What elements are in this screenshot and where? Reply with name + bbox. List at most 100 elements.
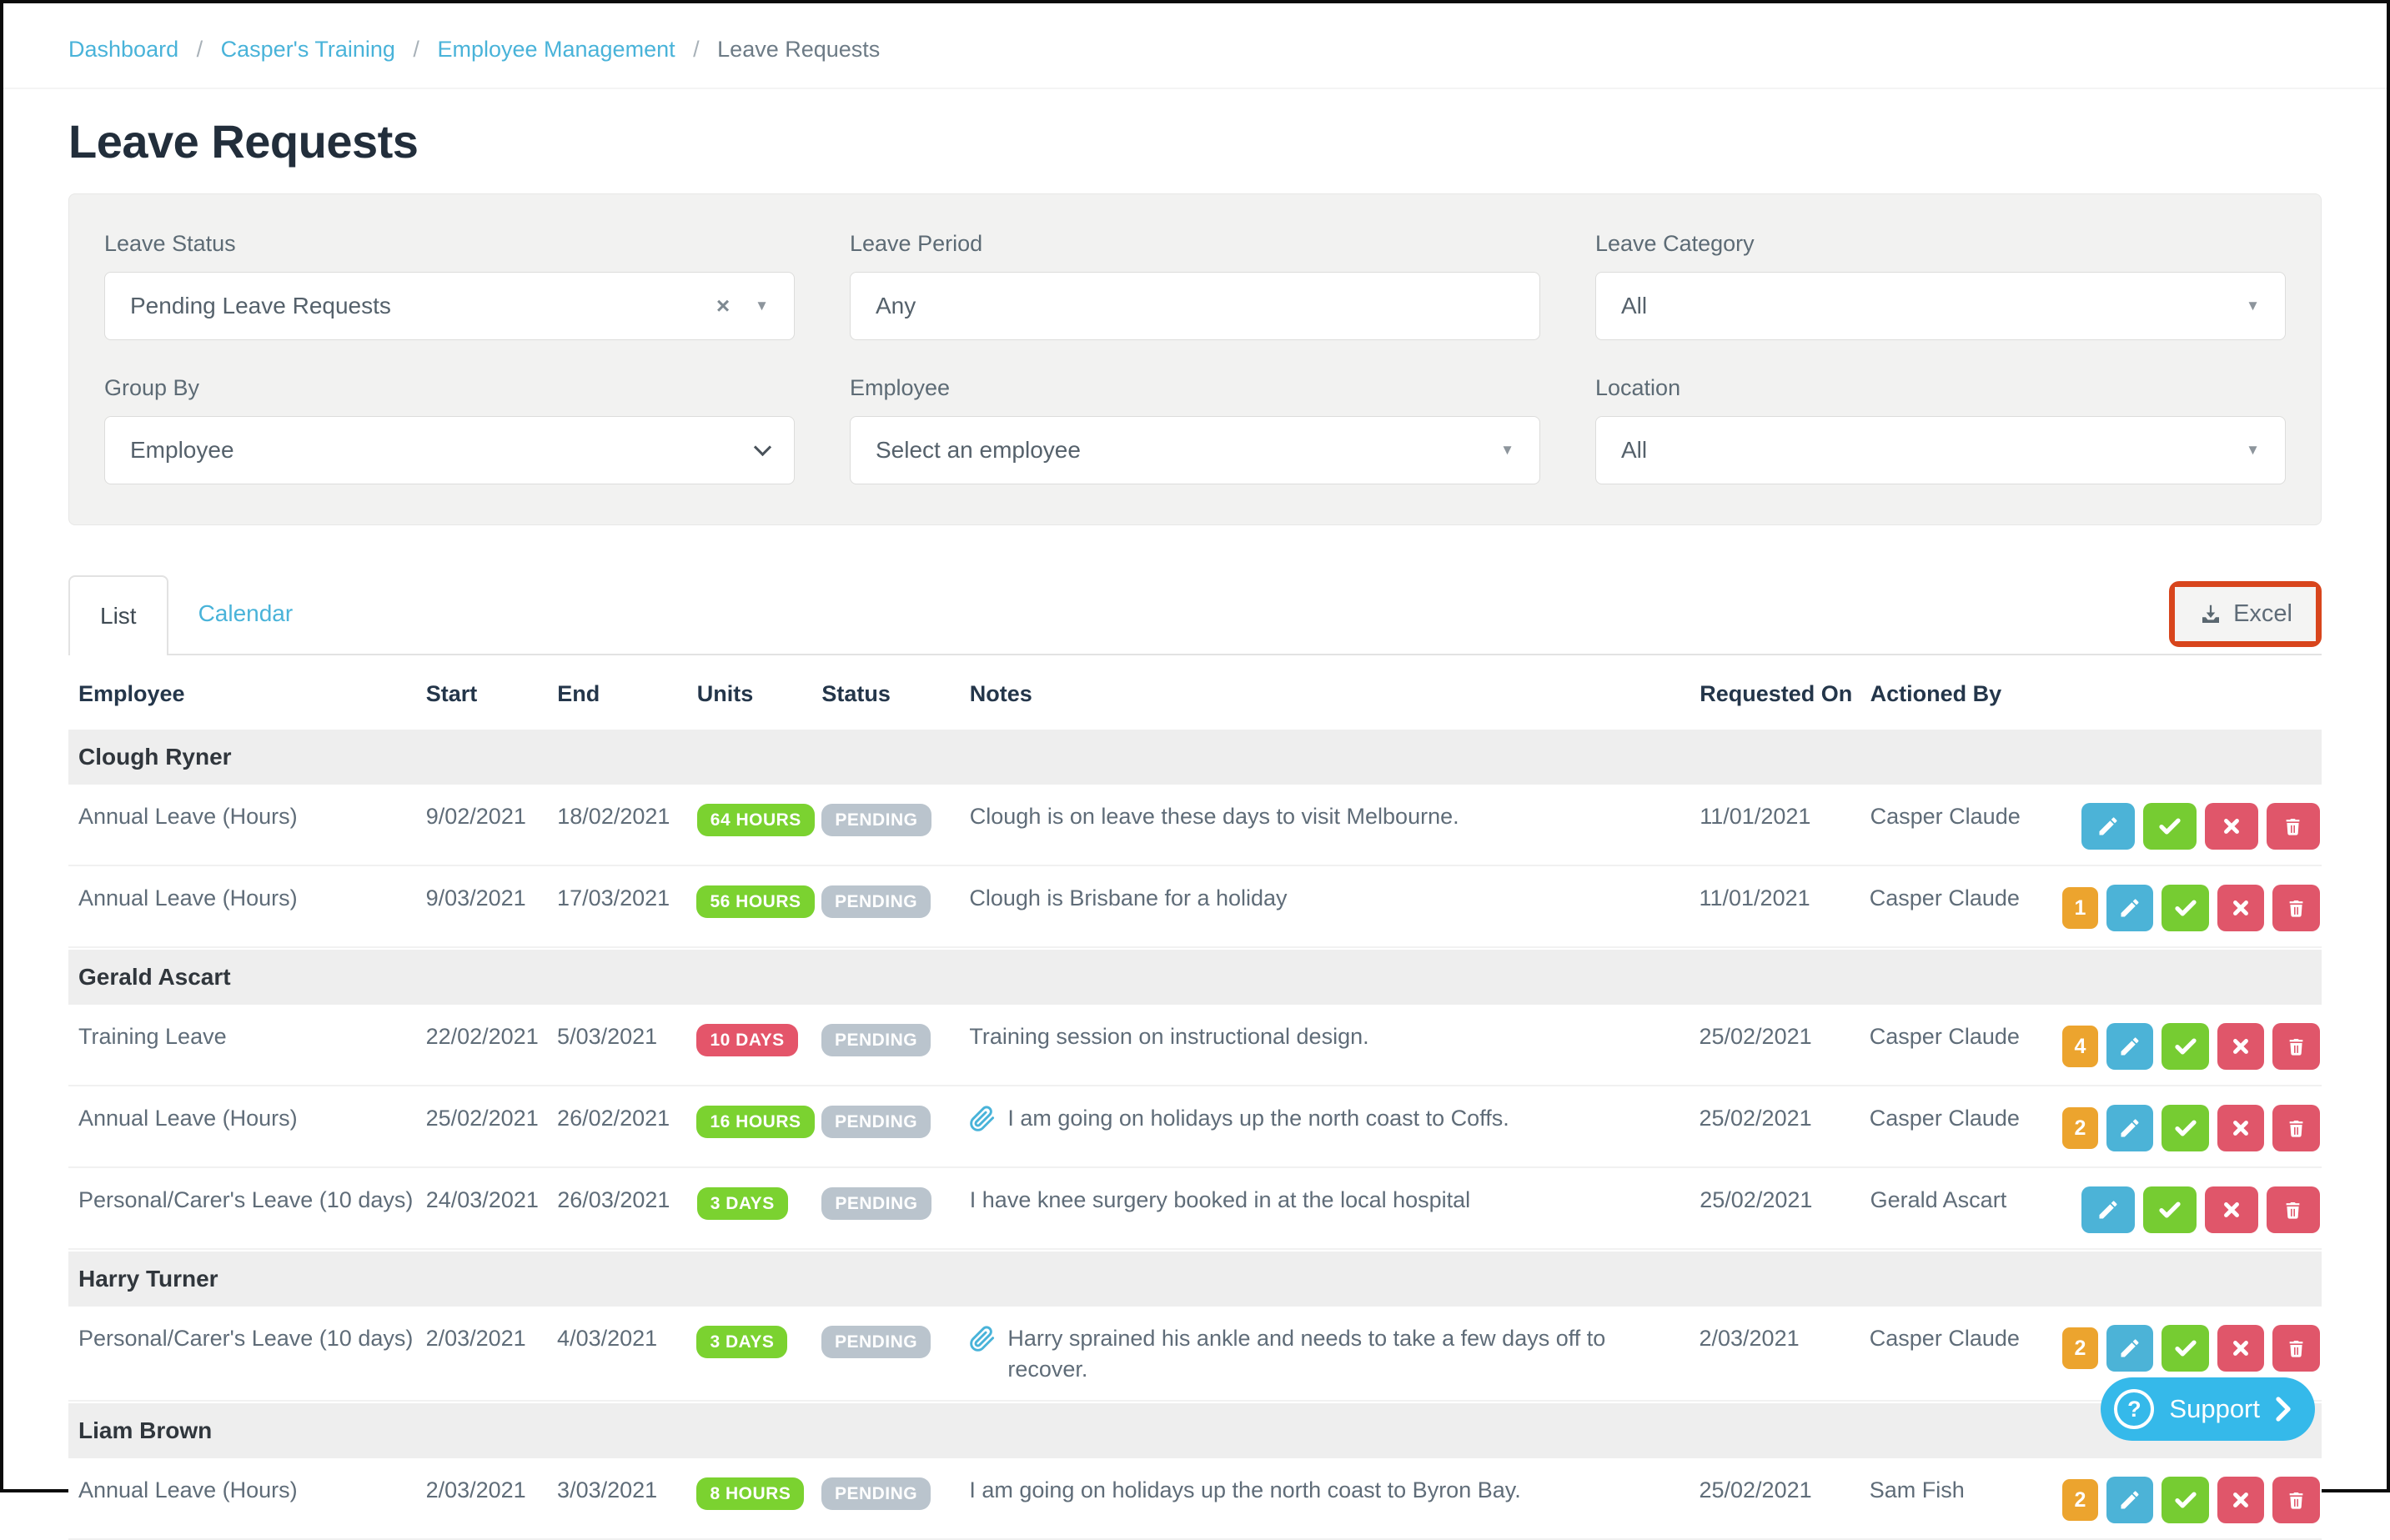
edit-button[interactable]: [2106, 1325, 2154, 1372]
delete-button[interactable]: [2267, 803, 2320, 850]
units-cell: 3 DAYS: [697, 1185, 822, 1220]
attachment-count-badge[interactable]: 4: [2062, 1026, 2098, 1067]
support-button[interactable]: ? Support: [2101, 1377, 2315, 1441]
employee-select[interactable]: Select an employee ▼: [850, 416, 1540, 484]
note-text: Clough is Brisbane for a holiday: [969, 883, 1287, 914]
tab-list[interactable]: List: [68, 575, 168, 655]
decline-button[interactable]: [2205, 803, 2258, 850]
end-date-cell: 17/03/2021: [557, 883, 696, 914]
breadcrumb: Dashboard / Casper's Training / Employee…: [3, 3, 2387, 89]
delete-button[interactable]: [2272, 885, 2320, 931]
group-by-select[interactable]: Employee: [104, 416, 795, 484]
delete-button[interactable]: [2272, 1477, 2320, 1523]
actioned-by-cell: Casper Claude: [1870, 801, 2063, 832]
requested-on-cell: 25/02/2021: [1699, 1021, 1869, 1052]
header-notes: Notes: [970, 679, 1700, 710]
approve-button[interactable]: [2143, 1186, 2197, 1233]
filter-group-by: Group By Employee: [104, 375, 795, 484]
approve-button[interactable]: [2162, 1105, 2209, 1151]
export-excel-button[interactable]: Excel: [2175, 587, 2316, 641]
actions-cell: 4: [2062, 1023, 2322, 1070]
actioned-by-cell: Casper Claude: [1870, 883, 2062, 914]
breadcrumb-link-employee-management[interactable]: Employee Management: [437, 37, 675, 62]
x-icon: [2230, 1036, 2252, 1057]
notes-cell: Training session on instructional design…: [969, 1021, 1699, 1052]
attachment-count-badge[interactable]: 2: [2062, 1327, 2098, 1369]
approve-button[interactable]: [2143, 803, 2197, 850]
check-icon: [2157, 814, 2182, 839]
group-employee-name: Harry Turner: [78, 1266, 218, 1292]
leave-status-select[interactable]: Pending Leave Requests × ▼: [104, 272, 795, 340]
trash-icon: [2285, 1036, 2307, 1058]
excel-button-highlight: Excel: [2169, 581, 2322, 647]
units-badge: 8 HOURS: [696, 1477, 804, 1510]
status-cell: PENDING: [821, 1185, 969, 1220]
pencil-icon: [2118, 1116, 2141, 1140]
chevron-right-icon: [2275, 1397, 2292, 1422]
units-cell: 64 HOURS: [697, 801, 822, 836]
status-badge: PENDING: [821, 1326, 931, 1358]
excel-button-label: Excel: [2233, 600, 2292, 628]
decline-button[interactable]: [2217, 1023, 2265, 1070]
group-employee-name: Gerald Ascart: [78, 964, 231, 991]
attachment-count-badge[interactable]: 2: [2062, 1107, 2098, 1149]
breadcrumb-link-caspers-training[interactable]: Casper's Training: [221, 37, 395, 62]
leave-status-value: Pending Leave Requests: [130, 293, 391, 319]
leave-requests-table: Clough RynerAnnual Leave (Hours)9/02/202…: [68, 730, 2322, 1540]
units-badge: 10 DAYS: [696, 1024, 797, 1056]
decline-button[interactable]: [2217, 885, 2265, 931]
note-text: Clough is on leave these days to visit M…: [970, 801, 1459, 832]
header-actioned-by: Actioned By: [1870, 679, 2063, 710]
leave-category-select[interactable]: All ▼: [1595, 272, 2286, 340]
edit-button[interactable]: [2106, 1105, 2154, 1151]
edit-button[interactable]: [2106, 885, 2154, 931]
start-date-cell: 25/02/2021: [426, 1103, 557, 1134]
delete-button[interactable]: [2272, 1105, 2320, 1151]
decline-button[interactable]: [2217, 1105, 2265, 1151]
notes-cell: Clough is Brisbane for a holiday: [969, 883, 1699, 914]
approve-button[interactable]: [2162, 1023, 2209, 1070]
delete-button[interactable]: [2272, 1023, 2320, 1070]
attachment-count-badge[interactable]: 1: [2062, 887, 2098, 929]
delete-button[interactable]: [2272, 1325, 2320, 1372]
decline-button[interactable]: [2217, 1325, 2265, 1372]
decline-button[interactable]: [2205, 1186, 2258, 1233]
notes-cell: Clough is on leave these days to visit M…: [970, 801, 1700, 832]
location-label: Location: [1595, 375, 2286, 401]
pencil-icon: [2096, 1198, 2120, 1221]
approve-button[interactable]: [2162, 1477, 2209, 1523]
leave-type-cell: Personal/Carer's Leave (10 days): [68, 1185, 426, 1216]
note-text: I am going on holidays up the north coas…: [969, 1475, 1520, 1506]
group-by-value: Employee: [130, 437, 234, 464]
check-icon: [2173, 895, 2198, 920]
requested-on-cell: 11/01/2021: [1699, 883, 1869, 914]
units-badge: 3 DAYS: [696, 1326, 787, 1358]
clear-icon[interactable]: ×: [716, 293, 730, 319]
leave-request-row: Annual Leave (Hours)9/02/202118/02/20216…: [68, 785, 2322, 866]
attachment-count-badge[interactable]: 2: [2062, 1479, 2098, 1521]
edit-button[interactable]: [2106, 1023, 2154, 1070]
end-date-cell: 26/02/2021: [557, 1103, 696, 1134]
tab-calendar[interactable]: Calendar: [168, 574, 324, 654]
breadcrumb-link-dashboard[interactable]: Dashboard: [68, 37, 178, 62]
actioned-by-cell: Casper Claude: [1870, 1021, 2062, 1052]
requested-on-cell: 25/02/2021: [1699, 1475, 1869, 1506]
requested-on-cell: 2/03/2021: [1699, 1323, 1869, 1354]
leave-period-input[interactable]: Any: [850, 272, 1540, 340]
page-title: Leave Requests: [68, 114, 2322, 168]
requested-on-cell: 11/01/2021: [1700, 801, 1870, 832]
edit-button[interactable]: [2081, 1186, 2135, 1233]
location-select[interactable]: All ▼: [1595, 416, 2286, 484]
end-date-cell: 26/03/2021: [557, 1185, 697, 1216]
approve-button[interactable]: [2162, 885, 2209, 931]
delete-button[interactable]: [2267, 1186, 2320, 1233]
edit-button[interactable]: [2081, 803, 2135, 850]
approve-button[interactable]: [2162, 1325, 2209, 1372]
edit-button[interactable]: [2106, 1477, 2154, 1523]
units-cell: 10 DAYS: [696, 1021, 821, 1056]
units-cell: 56 HOURS: [696, 883, 821, 918]
trash-icon: [2282, 1199, 2304, 1221]
decline-button[interactable]: [2217, 1477, 2265, 1523]
start-date-cell: 2/03/2021: [426, 1323, 557, 1354]
header-employee: Employee: [68, 679, 426, 710]
